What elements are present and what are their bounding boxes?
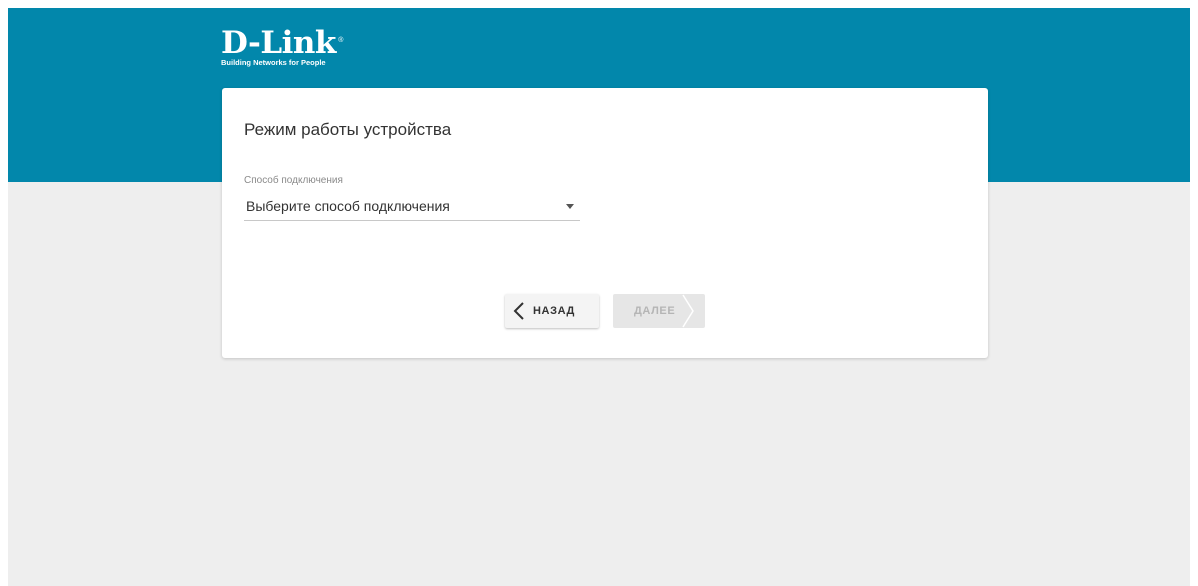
chevron-left-icon [513, 302, 524, 320]
logo-text: D-Link [221, 25, 336, 61]
dlink-logo: D-Link ® Building Networks for People [221, 25, 343, 68]
logo-wordmark: D-Link ® [221, 25, 343, 61]
connection-method-select[interactable]: Выберите способ подключения [244, 192, 580, 221]
wizard-card: Режим работы устройства Способ подключен… [222, 88, 988, 358]
caret-down-icon [566, 204, 574, 209]
card-title: Режим работы устройства [244, 120, 452, 139]
connection-method-value: Выберите способ подключения [246, 198, 450, 214]
next-button[interactable]: ДАЛЕЕ [613, 294, 705, 328]
back-button-label: НАЗАД [533, 305, 575, 317]
connection-method-label: Способ подключения [244, 175, 343, 186]
registered-mark: ® [338, 37, 343, 44]
chevron-right-icon [682, 294, 695, 328]
page: D-Link ® Building Networks for People Реж… [8, 8, 1190, 586]
back-button[interactable]: НАЗАД [505, 294, 599, 328]
next-button-label: ДАЛЕЕ [634, 305, 676, 317]
